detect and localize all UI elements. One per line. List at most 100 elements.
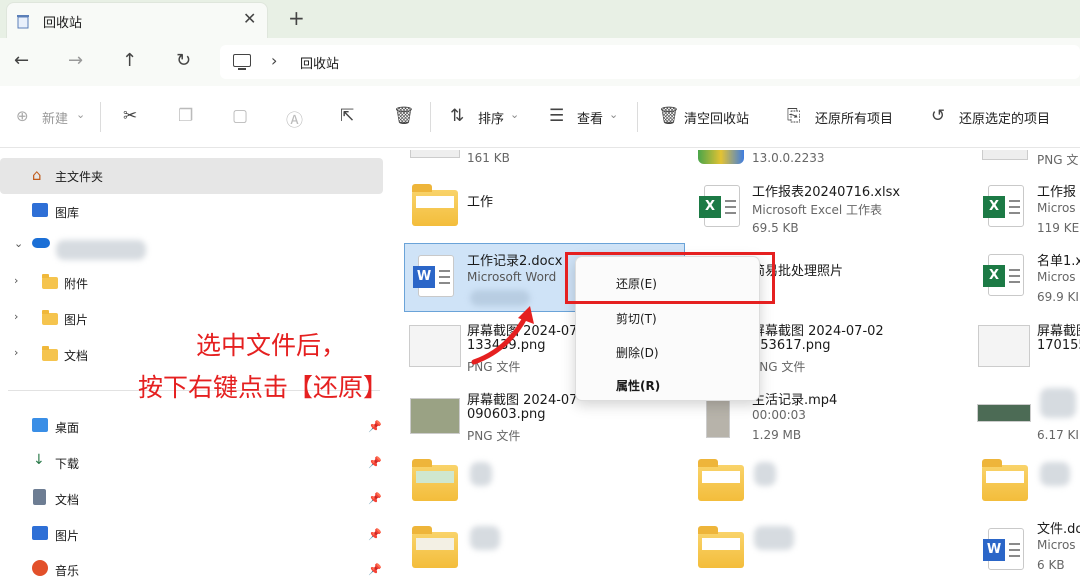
- refresh-button[interactable]: ↻: [176, 50, 191, 71]
- back-button[interactable]: ←: [14, 50, 29, 71]
- rename-icon[interactable]: Ⓐ: [286, 106, 303, 131]
- forward-button[interactable]: →: [68, 50, 83, 71]
- expand-chevron-icon[interactable]: ›: [14, 274, 18, 287]
- new-caret-icon: ⌄: [76, 108, 86, 121]
- context-menu-properties[interactable]: 属性(R): [616, 377, 660, 394]
- file-name-line2: 153617.png: [752, 338, 831, 353]
- close-tab-icon[interactable]: ✕: [243, 9, 256, 28]
- file-name[interactable]: 工作记录2.docx: [467, 250, 562, 269]
- annotation-line2: 按下右键点击【还原】: [138, 373, 389, 402]
- folder-icon[interactable]: [412, 184, 458, 226]
- sort-icon: ⇅: [450, 106, 465, 126]
- annotation-line1: 选中文件后，: [196, 331, 347, 360]
- sidebar-item-downloads[interactable]: 下载: [55, 455, 79, 472]
- app-icon: [698, 150, 744, 164]
- file-name[interactable]: 工作: [467, 191, 493, 210]
- pin-icon[interactable]: 📌: [368, 528, 382, 541]
- pin-icon[interactable]: 📌: [368, 492, 382, 505]
- sidebar-item-documents[interactable]: 文档: [55, 491, 79, 508]
- breadcrumb-chevron-icon[interactable]: ›: [271, 51, 277, 70]
- blurred-folder-name: [754, 526, 794, 550]
- new-button[interactable]: 新建: [42, 108, 68, 127]
- pictures-icon: [32, 526, 48, 540]
- sidebar-item-pictures[interactable]: 图片: [55, 527, 79, 544]
- pin-icon[interactable]: 📌: [368, 563, 382, 576]
- onedrive-icon: [32, 238, 50, 248]
- file-name[interactable]: 名单1.x: [1037, 250, 1080, 269]
- share-icon[interactable]: ⇱: [340, 106, 354, 126]
- tab-label: 回收站: [43, 16, 83, 31]
- restore-all-button[interactable]: 还原所有项目: [815, 108, 893, 127]
- up-button[interactable]: ↑: [122, 50, 137, 71]
- file-size: 69.9 KI: [1037, 290, 1079, 304]
- context-menu-delete[interactable]: 删除(D): [616, 344, 659, 361]
- sidebar-item-gallery[interactable]: 图库: [55, 204, 79, 221]
- folder-icon[interactable]: [412, 526, 458, 568]
- context-menu-cut[interactable]: 剪切(T): [616, 310, 657, 327]
- word-file-icon[interactable]: W: [413, 255, 454, 297]
- breadcrumb-recycle-bin[interactable]: 回收站: [300, 53, 339, 72]
- annotation-arrow-icon: [471, 306, 534, 365]
- download-icon: ↓: [33, 452, 45, 468]
- file-type: Micros: [1037, 201, 1076, 215]
- excel-file-icon[interactable]: X: [983, 185, 1024, 227]
- music-icon: [32, 560, 48, 576]
- image-thumbnail[interactable]: [409, 325, 461, 367]
- file-size: 6 KB: [1037, 558, 1065, 572]
- file-name[interactable]: 屏幕截图 2024-07-02: [752, 320, 884, 339]
- copy-icon[interactable]: ❐: [178, 106, 193, 126]
- sort-button[interactable]: 排序: [478, 108, 504, 127]
- file-name[interactable]: 工作报: [1037, 181, 1076, 200]
- paste-icon[interactable]: ▢: [232, 106, 248, 126]
- sidebar-item-attachments[interactable]: 附件: [64, 275, 88, 292]
- sidebar-item-desktop[interactable]: 桌面: [55, 419, 79, 436]
- expand-chevron-icon[interactable]: ⌄: [14, 237, 23, 250]
- pin-icon[interactable]: 📌: [368, 420, 382, 433]
- excel-file-icon[interactable]: X: [983, 254, 1024, 296]
- folder-icon[interactable]: [982, 459, 1028, 501]
- address-bar[interactable]: › 回收站: [220, 45, 1080, 79]
- gallery-icon: [32, 203, 48, 217]
- restore-selected-button[interactable]: 还原选定的项目: [959, 108, 1050, 127]
- command-bar: ⊕ 新建 ⌄ ✂ ❐ ▢ Ⓐ ⇱ 🗑 ⇅ 排序 ⌄ ☰ 查看 ⌄ 🗑 清空回收站…: [0, 86, 1080, 148]
- folder-icon[interactable]: [698, 459, 744, 501]
- file-name[interactable]: 工作报表20240716.xlsx: [752, 181, 900, 200]
- cut-icon[interactable]: ✂: [123, 106, 137, 126]
- sidebar-item-pictures-folder[interactable]: 图片: [64, 311, 88, 328]
- empty-recycle-bin-button[interactable]: 清空回收站: [684, 108, 749, 127]
- file-name[interactable]: 生活记录.mp4: [752, 389, 837, 408]
- file-size: 119 KE: [1037, 221, 1080, 235]
- blurred-file-name: [1040, 388, 1076, 418]
- home-icon: ⌂: [32, 166, 42, 184]
- pin-icon[interactable]: 📌: [368, 456, 382, 469]
- image-thumbnail[interactable]: [977, 404, 1031, 422]
- folder-icon[interactable]: [698, 526, 744, 568]
- new-tab-button[interactable]: +: [288, 6, 305, 30]
- sidebar-item-music[interactable]: 音乐: [55, 562, 79, 579]
- view-icon: ☰: [549, 106, 565, 126]
- folder-icon[interactable]: [412, 459, 458, 501]
- recycle-bin-icon: [17, 15, 29, 29]
- file-duration: 00:00:03: [752, 408, 806, 422]
- file-name[interactable]: 屏幕截图 2024-07: [467, 389, 577, 408]
- sidebar-item-documents-folder[interactable]: 文档: [64, 347, 88, 364]
- delete-icon[interactable]: 🗑: [393, 106, 415, 126]
- view-button[interactable]: 查看: [577, 108, 603, 127]
- file-name[interactable]: 屏幕截图: [1037, 320, 1080, 339]
- file-type: Microsoft Excel 工作表: [752, 203, 883, 217]
- folder-icon: [42, 274, 58, 289]
- image-thumbnail[interactable]: [978, 325, 1030, 367]
- excel-file-icon[interactable]: X: [699, 185, 740, 227]
- tab-recycle-bin[interactable]: 回收站 ✕: [6, 2, 268, 38]
- file-name[interactable]: 文件.do: [1037, 518, 1080, 537]
- video-thumbnail[interactable]: [706, 396, 730, 438]
- expand-chevron-icon[interactable]: ›: [14, 346, 18, 359]
- desktop-icon: [32, 418, 48, 432]
- divider: [430, 102, 431, 132]
- file-size: 1.29 MB: [752, 428, 802, 442]
- file-size: 69.5 KB: [752, 221, 799, 235]
- expand-chevron-icon[interactable]: ›: [14, 310, 18, 323]
- image-thumbnail[interactable]: [410, 398, 460, 434]
- word-file-icon[interactable]: W: [983, 528, 1024, 570]
- file-type: PNG 文件: [467, 429, 521, 443]
